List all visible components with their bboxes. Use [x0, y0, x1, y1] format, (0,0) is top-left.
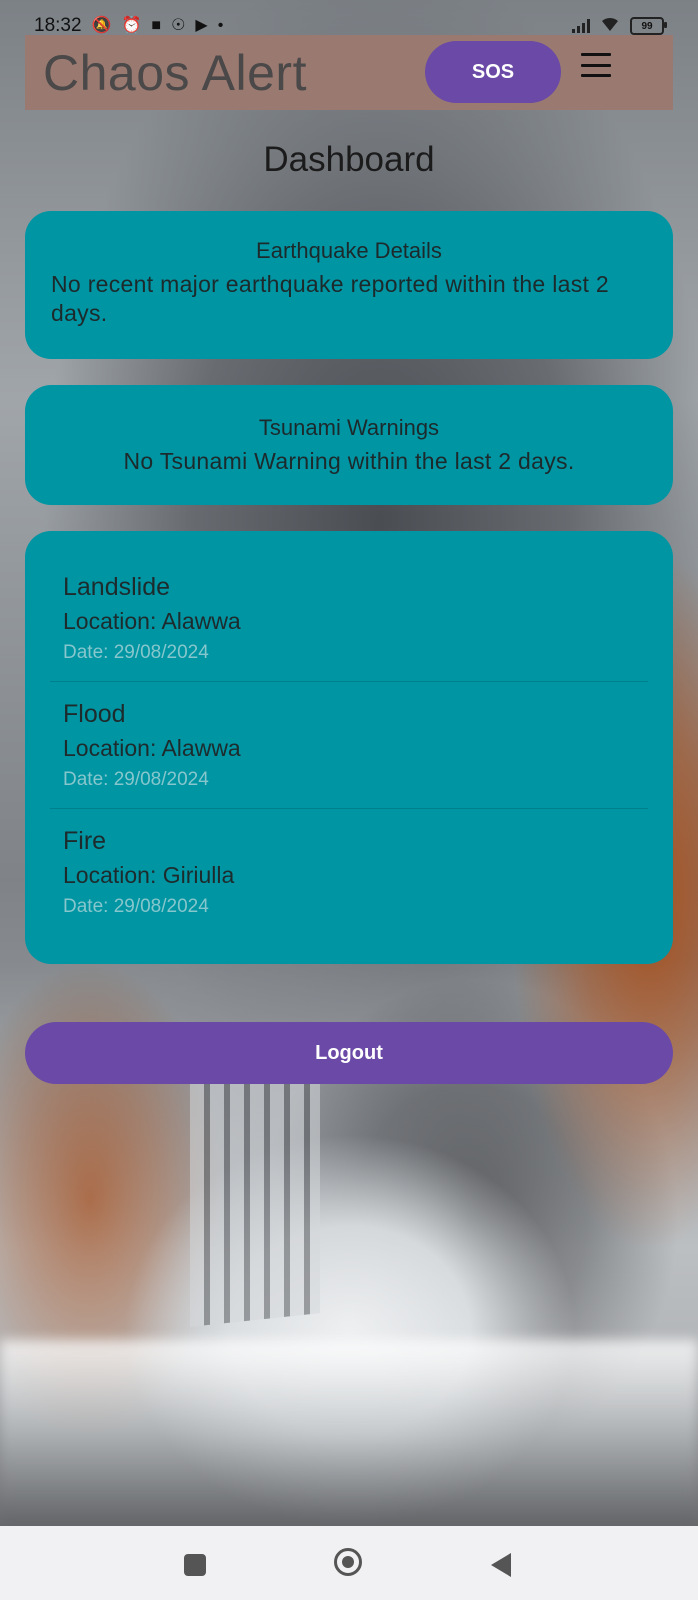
recent-apps-icon[interactable]: [184, 1554, 206, 1576]
tsunami-heading: Tsunami Warnings: [258, 415, 440, 440]
app-title: Chaos Alert: [43, 44, 307, 101]
square-notification-icon: ■: [151, 17, 162, 34]
incident-location: Location: Giriulla: [63, 862, 235, 888]
earthquake-heading: Earthquake Details: [256, 238, 442, 263]
incident-item-flood[interactable]: Flood Location: Alawwa Date: 29/08/2024: [50, 682, 648, 809]
tsunami-text: No Tsunami Warning within the last 2 day…: [123, 448, 575, 474]
earthquake-text: No recent major earthquake reported with…: [51, 271, 609, 326]
earthquake-card: Earthquake Details No recent major earth…: [25, 211, 673, 359]
app-bar: Chaos Alert SOS: [25, 35, 673, 110]
tsunami-card: Tsunami Warnings No Tsunami Warning with…: [25, 385, 673, 505]
incident-type: Landslide: [63, 573, 171, 601]
mute-notifications-icon: 🔕: [91, 17, 112, 34]
incidents-card: Landslide Location: Alawwa Date: 29/08/2…: [25, 531, 673, 964]
navigation-bar: [0, 1526, 698, 1600]
incident-location: Location: Alawwa: [63, 735, 241, 761]
incident-type: Flood: [63, 700, 126, 728]
location-icon: ☉: [171, 17, 186, 34]
wifi-icon: [600, 16, 620, 36]
game-controller-icon: ▶: [195, 17, 208, 34]
sos-button[interactable]: SOS: [425, 41, 561, 103]
incident-date: Date: 29/08/2024: [63, 896, 209, 917]
status-left: 18:32 🔕 ⏰ ■ ☉ ▶ •: [34, 15, 223, 37]
status-time: 18:32: [34, 15, 82, 36]
incident-date: Date: 29/08/2024: [63, 769, 209, 790]
incident-date: Date: 29/08/2024: [63, 642, 209, 663]
back-icon[interactable]: [491, 1553, 511, 1577]
page-title: Dashboard: [263, 140, 435, 179]
home-icon[interactable]: [334, 1548, 362, 1576]
logout-button[interactable]: Logout: [25, 1022, 673, 1084]
incident-location: Location: Alawwa: [63, 608, 241, 634]
battery-level: 99: [641, 20, 653, 32]
incident-item-fire[interactable]: Fire Location: Giriulla Date: 29/08/2024: [50, 809, 648, 935]
battery-icon: 99: [630, 17, 667, 35]
signal-icon: [572, 19, 590, 33]
alarm-icon: ⏰: [121, 17, 142, 34]
incident-type: Fire: [63, 827, 107, 855]
status-dot: •: [217, 17, 224, 34]
hamburger-menu-icon[interactable]: [581, 53, 611, 77]
status-right: 99: [572, 16, 667, 36]
incident-item-landslide[interactable]: Landslide Location: Alawwa Date: 29/08/2…: [50, 555, 648, 682]
